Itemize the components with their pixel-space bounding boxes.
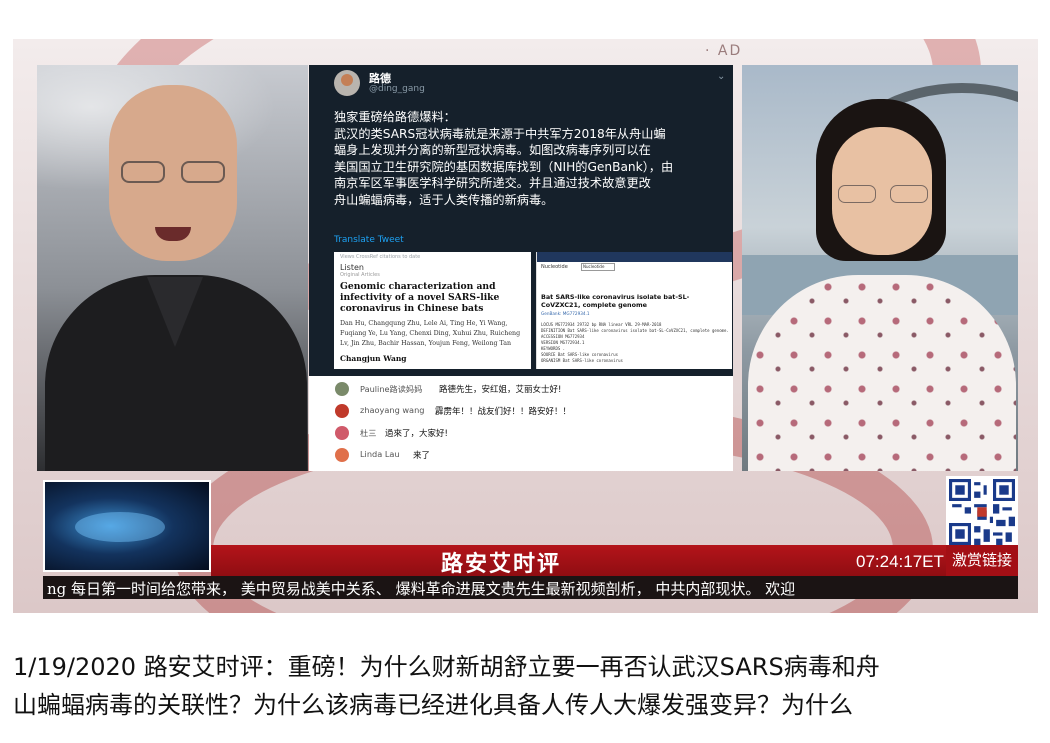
broadcast-clock: 07:24:17ET [856,552,944,571]
genbank-line: DEFINITION Bat SARS-like coronavirus iso… [541,328,729,333]
guest-glasses [838,185,928,205]
tweet-line: 独家重磅给路德爆料： [334,110,456,124]
page: · AD 路德 @ding_gang ⌄ 独家重磅给路德爆料： 武汉的类SARS… [0,0,1050,743]
caption-line: 山蝙蝠病毒的关联性？为什么该病毒已经进化具备人传人大爆发强变异？为什么 [13,691,853,719]
chevron-down-icon[interactable]: ⌄ [717,71,725,82]
chat-message-text: 路德先生，安红姐，艾丽女士好! [439,385,562,395]
genbank-title: Bat SARS-like coronavirus isolate bat-SL… [541,293,690,309]
tweet-card: 路德 @ding_gang ⌄ 独家重磅给路德爆料： 武汉的类SARS冠状病毒就… [309,65,733,376]
translate-tweet-link[interactable]: Translate Tweet [334,235,404,245]
chat-username: 杜三 [360,428,377,438]
chat-username: Linda Lau [360,449,400,459]
live-chat: Pauline路读妈妈 路德先生，安红姐，艾丽女士好! zhaoyang wan… [309,376,733,471]
genbank-line: KEYWORDS . [541,346,566,351]
chat-avatar [335,426,349,440]
chat-avatar [335,448,349,462]
paper-article-type: Original Articles [340,272,380,278]
genbank-db-select: Nucleotide [581,263,615,271]
genbank-screenshot[interactable]: Nucleotide Nucleotide Bat SARS-like coro… [536,252,732,369]
ncbi-header-bar [537,252,732,262]
chat-username: Pauline路读妈妈 [360,384,423,394]
video-caption[interactable]: 1/19/2020 路安艾时评：重磅！为什么财新胡舒立要一再否认武汉SARS病毒… [13,648,1043,724]
genbank-line: ACCESSION MG772934 [541,334,585,339]
caption-line: 1/19/2020 路安艾时评：重磅！为什么财新胡舒立要一再否认武汉SARS病毒… [13,653,880,681]
show-logo-thumbnail [43,480,211,572]
genbank-line: LOCUS MG772934 29732 bp RNA linear VRL 2… [541,322,662,327]
ad-watermark: · AD [705,43,743,59]
tip-link-button[interactable]: 激赏链接 [946,545,1018,576]
shared-screen-panel: 路德 @ding_gang ⌄ 独家重磅给路德爆料： 武汉的类SARS冠状病毒就… [309,65,733,471]
chat-username: zhaoyang wang [360,405,425,415]
paper-authors: Dan Hu, Changqung Zhu, Lele Ai, Ting He,… [340,320,521,347]
genbank-line: ORGANISM Bat SARS-like coronavirus [541,358,623,363]
genbank-accession: GenBank: MG772934.1 [541,311,590,316]
tweet-line: 武汉的类SARS冠状病毒就是来源于中共军方2018年从舟山蝙 [334,126,666,141]
tweet-body: 独家重磅给路德爆料： 武汉的类SARS冠状病毒就是来源于中共军方2018年从舟山… [334,109,718,208]
news-ticker: ng 每日第一时间给您带来， 美中贸易战美中关系、 爆料革命进展文贵先生最新视频… [43,576,1018,599]
host-video-panel [37,65,308,471]
paper-screenshot[interactable]: Views CrossRef citations to date Listen … [334,252,531,369]
tweet-line: 美国国立卫生研究院的基因数据库找到（NIH的GenBank），由 [334,159,674,174]
ticker-text: ng 每日第一时间给您带来， 美中贸易战美中关系、 爆料革命进展文贵先生最新视频… [47,580,796,598]
paper-title: Genomic characterization and infectivity… [340,281,500,314]
chat-message-row[interactable]: Pauline路读妈妈 路德先生，安红姐，艾丽女士好! [335,380,725,398]
chat-message-text: 過來了，大家好! [385,429,448,439]
video-frame[interactable]: · AD 路德 @ding_gang ⌄ 独家重磅给路德爆料： 武汉的类SARS… [13,39,1038,613]
guest-video-panel [742,65,1018,471]
tweet-avatar[interactable] [334,70,360,96]
paper-listen-label: Listen [340,263,364,272]
tweet-line: 舟山蝙蝠病毒，适于人类传播的新病毒。 [334,192,554,207]
chat-message-row[interactable]: zhaoyang wang 霹雳年！！战友们好！！路安好！！ [335,402,725,420]
chat-message-row[interactable]: 杜三 過來了，大家好! [335,424,725,442]
paper-corresponding-author: Changjun Wang [340,354,407,363]
chat-message-text: 霹雳年！！战友们好！！路安好！！ [435,407,572,417]
chat-message-text: 来了 [413,451,431,461]
genbank-line: SOURCE Bat SARS-like coronavirus [541,352,619,357]
tweet-line: 蝠身上发现并分离的新型冠状病毒。如图改病毒序列可以在 [334,143,651,157]
host-glasses [121,161,225,183]
tweet-handle[interactable]: @ding_gang [369,84,425,94]
qr-code-icon [949,479,1015,545]
title-banner: 路安艾时评 07:24:17ET [211,545,1011,577]
show-title: 路安艾时评 [441,551,562,577]
genbank-db-label: Nucleotide [541,264,568,270]
paper-metrics-header: Views CrossRef citations to date [340,254,421,260]
tweet-line: 南京军区军事医学科学研究所递交。并且通过技术故意更改 [334,176,651,190]
chat-avatar [335,382,349,396]
genbank-line: VERSION MG772934.1 [541,340,585,345]
chat-message-row[interactable]: Linda Lau 来了 [335,446,725,464]
qr-code[interactable] [946,476,1018,548]
chat-avatar [335,404,349,418]
guest-blouse [748,275,1016,471]
